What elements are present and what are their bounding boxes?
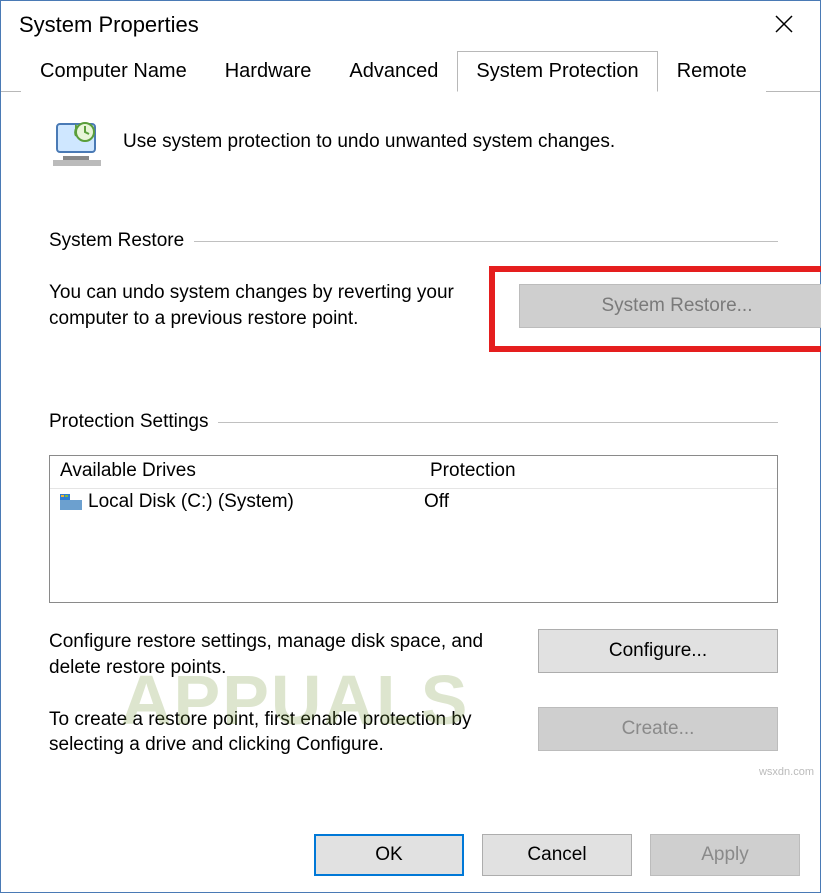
- intro-row: Use system protection to undo unwanted s…: [49, 114, 778, 170]
- configure-button[interactable]: Configure...: [538, 629, 778, 673]
- tab-advanced[interactable]: Advanced: [330, 51, 457, 92]
- intro-text: Use system protection to undo unwanted s…: [123, 131, 615, 153]
- create-description: To create a restore point, first enable …: [49, 707, 518, 758]
- system-properties-window: System Properties Computer Name Hardware…: [0, 0, 821, 893]
- titlebar: System Properties: [1, 1, 820, 51]
- tab-remote[interactable]: Remote: [658, 51, 766, 92]
- tab-system-protection[interactable]: System Protection: [457, 51, 657, 92]
- system-restore-button[interactable]: System Restore...: [519, 284, 821, 328]
- create-row: To create a restore point, first enable …: [49, 707, 778, 758]
- cancel-button[interactable]: Cancel: [482, 834, 632, 876]
- configure-description: Configure restore settings, manage disk …: [49, 629, 518, 680]
- system-protection-icon: [49, 114, 105, 170]
- drive-name: Local Disk (C:) (System): [88, 491, 294, 513]
- system-restore-description: You can undo system changes by reverting…: [49, 280, 469, 331]
- divider: [218, 422, 778, 423]
- apply-button[interactable]: Apply: [650, 834, 800, 876]
- list-item[interactable]: Local Disk (C:) (System) Off: [50, 489, 777, 515]
- tab-bar: Computer Name Hardware Advanced System P…: [1, 51, 820, 92]
- tab-hardware[interactable]: Hardware: [206, 51, 331, 92]
- close-icon: [774, 14, 794, 34]
- window-title: System Properties: [19, 12, 199, 38]
- ok-button[interactable]: OK: [314, 834, 464, 876]
- tab-content: Use system protection to undo unwanted s…: [1, 92, 820, 820]
- column-available-drives: Available Drives: [60, 460, 430, 482]
- system-restore-group-header: System Restore: [49, 230, 778, 252]
- dialog-footer: OK Cancel Apply: [1, 820, 820, 892]
- create-button[interactable]: Create...: [538, 707, 778, 751]
- configure-row: Configure restore settings, manage disk …: [49, 629, 778, 680]
- drive-icon: [60, 494, 82, 510]
- close-button[interactable]: [766, 11, 802, 39]
- divider: [194, 241, 778, 242]
- system-restore-row: You can undo system changes by reverting…: [49, 280, 778, 331]
- drives-header-row: Available Drives Protection: [50, 456, 777, 489]
- attribution-text: wsxdn.com: [759, 766, 814, 778]
- tab-computer-name[interactable]: Computer Name: [21, 51, 206, 92]
- protection-settings-group-header: Protection Settings: [49, 411, 778, 433]
- drive-protection-status: Off: [424, 491, 767, 513]
- column-protection: Protection: [430, 460, 767, 482]
- system-restore-label: System Restore: [49, 230, 184, 252]
- drives-listbox[interactable]: Available Drives Protection Local Disk (…: [49, 455, 778, 603]
- protection-settings-label: Protection Settings: [49, 411, 208, 433]
